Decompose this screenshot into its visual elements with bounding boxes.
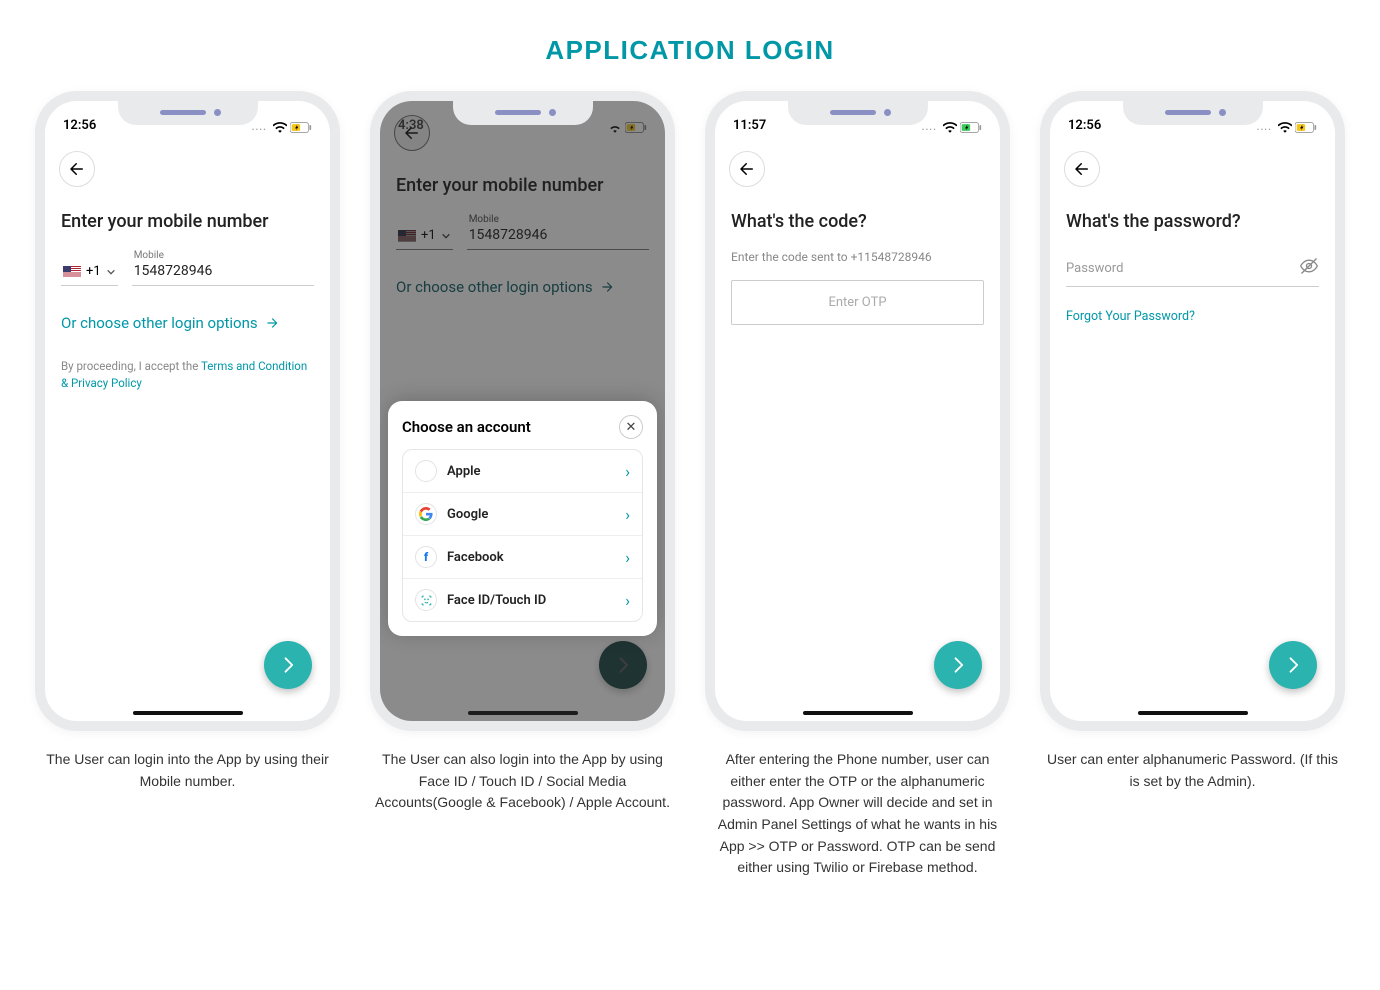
back-button[interactable] — [729, 151, 765, 187]
chevron-right-icon: › — [625, 505, 630, 524]
next-fab[interactable] — [934, 641, 982, 689]
mobile-value: 1548728946 — [132, 261, 314, 285]
screen-title: What's the code? — [731, 211, 984, 232]
password-input[interactable]: Password — [1066, 250, 1319, 287]
notch — [1123, 99, 1263, 125]
chevron-right-icon — [278, 655, 298, 675]
country-code-value: +1 — [86, 264, 101, 279]
otp-input[interactable]: Enter OTP — [731, 280, 984, 325]
phone-mock-3: 11:57 .... What's the code? Enter the co… — [705, 91, 1010, 731]
password-placeholder: Password — [1066, 261, 1291, 276]
account-label: Google — [447, 507, 615, 522]
back-button[interactable] — [59, 151, 95, 187]
chevron-right-icon: › — [625, 462, 630, 481]
arrow-left-icon — [738, 160, 756, 178]
arrow-left-icon — [1073, 160, 1091, 178]
notch — [453, 99, 593, 125]
account-label: Apple — [447, 464, 615, 479]
choose-account-sheet: Choose an account ✕ Apple › — [388, 401, 657, 636]
mobile-input[interactable]: Mobile 1548728946 — [132, 250, 314, 286]
face-id-icon — [415, 589, 437, 611]
mobile-label: Mobile — [132, 250, 314, 261]
caption-1: The User can login into the App by using… — [38, 749, 338, 792]
next-fab[interactable] — [264, 641, 312, 689]
phone-mock-4: 12:56 .... What's the password? Password — [1040, 91, 1345, 731]
screen-title: What's the password? — [1066, 211, 1319, 232]
close-icon: ✕ — [626, 420, 637, 435]
eye-off-icon[interactable] — [1299, 256, 1319, 280]
chevron-right-icon: › — [625, 548, 630, 567]
chevron-right-icon — [1283, 655, 1303, 675]
sheet-title: Choose an account — [402, 418, 531, 436]
next-fab[interactable] — [1269, 641, 1317, 689]
chevron-down-icon — [106, 267, 116, 277]
caption-3: After entering the Phone number, user ca… — [708, 749, 1008, 879]
terms-text: By proceeding, I accept the Terms and Co… — [61, 358, 314, 393]
country-code-select[interactable]: +1 — [61, 260, 118, 286]
other-login-link[interactable]: Or choose other login options — [61, 314, 314, 332]
phone-mock-2: 4:38 Enter your mobile number — [370, 91, 675, 731]
caption-2: The User can also login into the App by … — [373, 749, 673, 814]
forgot-password-link[interactable]: Forgot Your Password? — [1066, 309, 1319, 324]
arrow-left-icon — [68, 160, 86, 178]
notch — [788, 99, 928, 125]
account-option-faceid[interactable]: Face ID/Touch ID › — [403, 578, 642, 621]
chevron-right-icon: › — [625, 591, 630, 610]
flag-us-icon — [63, 266, 81, 278]
apple-icon — [415, 460, 437, 482]
code-hint: Enter the code sent to +11548728946 — [731, 250, 984, 264]
phones-row: 12:56 .... Enter your mobile number — [0, 91, 1380, 919]
home-indicator — [803, 711, 913, 715]
home-indicator — [1138, 711, 1248, 715]
other-login-label: Or choose other login options — [61, 314, 258, 332]
back-button[interactable] — [1064, 151, 1100, 187]
close-button[interactable]: ✕ — [619, 415, 643, 439]
account-option-google[interactable]: Google › — [403, 492, 642, 535]
chevron-right-icon — [948, 655, 968, 675]
account-label: Facebook — [447, 550, 615, 565]
phone-mock-1: 12:56 .... Enter your mobile number — [35, 91, 340, 731]
account-option-facebook[interactable]: f Facebook › — [403, 535, 642, 578]
account-label: Face ID/Touch ID — [447, 593, 615, 608]
page-title: APPLICATION LOGIN — [0, 0, 1380, 91]
caption-4: User can enter alphanumeric Password. (I… — [1043, 749, 1343, 792]
home-indicator — [133, 711, 243, 715]
arrow-right-icon — [264, 316, 280, 330]
facebook-icon: f — [415, 546, 437, 568]
notch — [118, 99, 258, 125]
account-option-apple[interactable]: Apple › — [403, 450, 642, 492]
google-icon — [415, 503, 437, 525]
screen-title: Enter your mobile number — [61, 211, 314, 232]
